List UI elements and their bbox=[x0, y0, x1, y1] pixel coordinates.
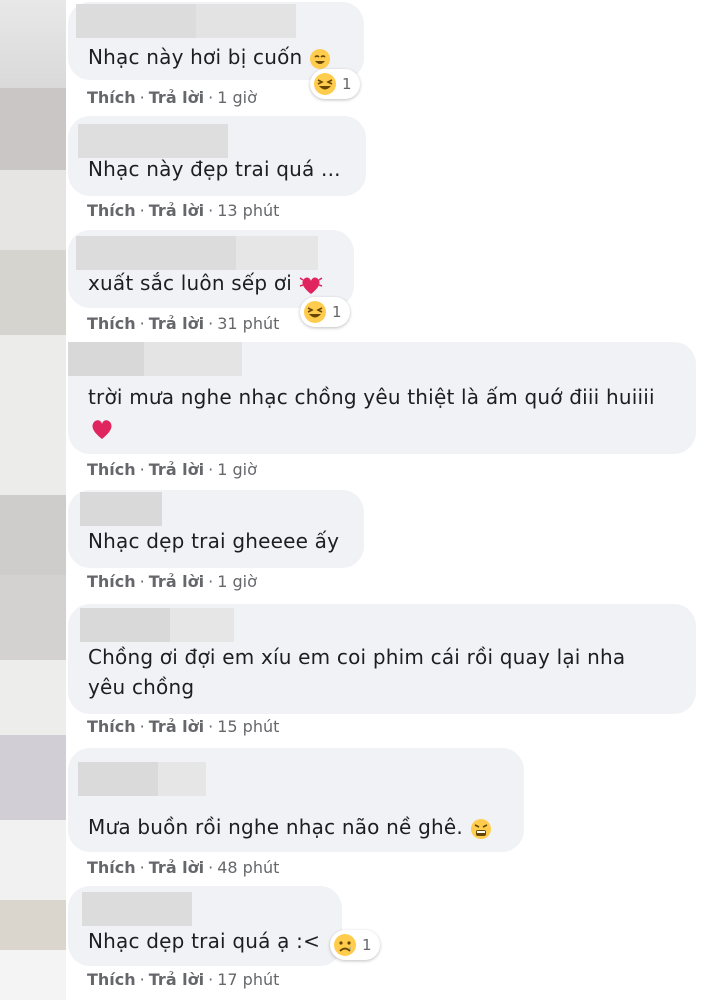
comment-text: xuất sắc luôn sếp ơi bbox=[88, 268, 323, 299]
reaction-count: 1 bbox=[342, 75, 352, 93]
comment-text: Nhạc này hơi bị cuốn bbox=[88, 42, 331, 73]
comment-time[interactable]: 48 phút bbox=[217, 858, 279, 877]
reply-link[interactable]: Trả lời bbox=[149, 970, 204, 989]
author-name-blurred bbox=[80, 492, 162, 526]
reply-link[interactable]: Trả lời bbox=[149, 572, 204, 591]
comment: Mưa buồn rồi nghe nhạc não nề ghê. Thích… bbox=[0, 748, 712, 882]
reply-link[interactable]: Trả lời bbox=[149, 314, 204, 333]
separator: · bbox=[139, 460, 145, 479]
comment-time[interactable]: 17 phút bbox=[217, 970, 279, 989]
comment: Nhạc dẹp trai quá ạ :< 1 Thích · Trả lời · 1… bbox=[0, 886, 712, 1000]
like-link[interactable]: Thích bbox=[87, 201, 136, 220]
separator: · bbox=[139, 858, 145, 877]
comment: Nhạc này đẹp trai quá ... Thích · Trả lời ·… bbox=[0, 116, 712, 230]
author-name-blurred bbox=[68, 342, 144, 376]
comment-time[interactable]: 31 phút bbox=[217, 314, 279, 333]
comment-actions: Thích · Trả lời · 17 phút bbox=[87, 970, 279, 989]
beating-heart-icon bbox=[299, 276, 323, 294]
comment-bubble[interactable]: Nhạc dẹp trai gheeee ấy bbox=[68, 490, 364, 568]
separator: · bbox=[139, 717, 145, 736]
comment-time[interactable]: 13 phút bbox=[217, 201, 279, 220]
author-name-blurred bbox=[78, 124, 228, 158]
reaction-badge[interactable]: 1 bbox=[330, 930, 380, 960]
grinning-face-icon bbox=[309, 48, 330, 69]
like-link[interactable]: Thích bbox=[87, 572, 136, 591]
red-heart-icon bbox=[92, 420, 112, 439]
like-link[interactable]: Thích bbox=[87, 858, 136, 877]
separator: · bbox=[139, 970, 145, 989]
reaction-badge[interactable]: 1 bbox=[300, 297, 350, 327]
like-link[interactable]: Thích bbox=[87, 717, 136, 736]
separator: · bbox=[208, 858, 214, 877]
author-name-blurred bbox=[82, 892, 192, 926]
reply-link[interactable]: Trả lời bbox=[149, 201, 204, 220]
author-name-blurred bbox=[196, 4, 296, 38]
comment-time[interactable]: 1 giờ bbox=[217, 88, 257, 107]
author-name-blurred bbox=[78, 762, 158, 796]
comment-text: Nhạc dẹp trai gheeee ấy bbox=[88, 529, 340, 553]
author-name-blurred bbox=[80, 608, 170, 642]
comment-text: Chồng ơi đợi em xíu em coi phim cái rồi … bbox=[88, 645, 626, 669]
separator: · bbox=[208, 314, 214, 333]
separator: · bbox=[208, 572, 214, 591]
like-link[interactable]: Thích bbox=[87, 970, 136, 989]
comment: Nhạc này hơi bị cuốn 1 Thích · Trả lời · 1 g… bbox=[0, 0, 712, 116]
comment-bubble[interactable]: trời mưa nghe nhạc chồng yêu thiệt là ấm… bbox=[68, 342, 696, 454]
comment-text: trời mưa nghe nhạc chồng yêu thiệt là ấm… bbox=[88, 385, 655, 409]
comment-bubble[interactable]: Nhạc này đẹp trai quá ... bbox=[68, 116, 366, 196]
separator: · bbox=[139, 314, 145, 333]
author-name-blurred bbox=[76, 4, 196, 38]
comment-bubble[interactable]: Mưa buồn rồi nghe nhạc não nề ghê. bbox=[68, 748, 524, 852]
reply-link[interactable]: Trả lời bbox=[149, 88, 204, 107]
comment-bubble[interactable]: Chồng ơi đợi em xíu em coi phim cái rồi … bbox=[68, 604, 696, 714]
comment-time[interactable]: 1 giờ bbox=[217, 572, 257, 591]
reply-link[interactable]: Trả lời bbox=[149, 717, 204, 736]
comment: Chồng ơi đợi em xíu em coi phim cái rồi … bbox=[0, 604, 712, 748]
comment-time[interactable]: 15 phút bbox=[217, 717, 279, 736]
separator: · bbox=[208, 88, 214, 107]
like-link[interactable]: Thích bbox=[87, 88, 136, 107]
author-name-blurred bbox=[236, 236, 318, 270]
comment: Nhạc dẹp trai gheeee ấy Thích · Trả lời · 1 … bbox=[0, 490, 712, 602]
comment-actions: Thích · Trả lời · 48 phút bbox=[87, 858, 279, 877]
comment-actions: Thích · Trả lời · 31 phút bbox=[87, 314, 279, 333]
separator: · bbox=[208, 717, 214, 736]
like-link[interactable]: Thích bbox=[87, 314, 136, 333]
comment-actions: Thích · Trả lời · 1 giờ bbox=[87, 88, 257, 107]
comment-time[interactable]: 1 giờ bbox=[217, 460, 257, 479]
comment-bubble[interactable]: Nhạc dẹp trai quá ạ :< bbox=[68, 886, 342, 966]
reaction-count: 1 bbox=[332, 303, 342, 321]
comment-actions: Thích · Trả lời · 13 phút bbox=[87, 201, 279, 220]
separator: · bbox=[139, 88, 145, 107]
comment-text: Nhạc dẹp trai quá ạ :< bbox=[88, 929, 321, 953]
comment-text: Mưa buồn rồi nghe nhạc não nề ghê. bbox=[88, 812, 492, 843]
comment-actions: Thích · Trả lời · 1 giờ bbox=[87, 460, 257, 479]
reply-link[interactable]: Trả lời bbox=[149, 460, 204, 479]
tired-face-icon bbox=[470, 818, 491, 839]
separator: · bbox=[139, 572, 145, 591]
comment: xuất sắc luôn sếp ơi 1 Thích · Trả lời · 31 … bbox=[0, 230, 712, 342]
separator: · bbox=[208, 201, 214, 220]
comment-actions: Thích · Trả lời · 1 giờ bbox=[87, 572, 257, 591]
laughing-face-icon bbox=[304, 301, 326, 323]
separator: · bbox=[208, 970, 214, 989]
comment-text: yêu chồng bbox=[88, 675, 195, 699]
author-name-blurred bbox=[158, 762, 206, 796]
comment-bubble[interactable]: Nhạc này hơi bị cuốn bbox=[68, 2, 364, 80]
author-name-blurred bbox=[144, 342, 242, 376]
author-name-blurred bbox=[170, 608, 234, 642]
sad-face-icon bbox=[334, 934, 356, 956]
author-name-blurred bbox=[76, 236, 236, 270]
reaction-badge[interactable]: 1 bbox=[310, 69, 360, 99]
like-link[interactable]: Thích bbox=[87, 460, 136, 479]
comment-text: Nhạc này đẹp trai quá ... bbox=[88, 157, 341, 181]
reply-link[interactable]: Trả lời bbox=[149, 858, 204, 877]
reaction-count: 1 bbox=[362, 936, 372, 954]
comment: trời mưa nghe nhạc chồng yêu thiệt là ấm… bbox=[0, 342, 712, 490]
laughing-face-icon bbox=[314, 73, 336, 95]
comment-actions: Thích · Trả lời · 15 phút bbox=[87, 717, 279, 736]
separator: · bbox=[139, 201, 145, 220]
separator: · bbox=[208, 460, 214, 479]
